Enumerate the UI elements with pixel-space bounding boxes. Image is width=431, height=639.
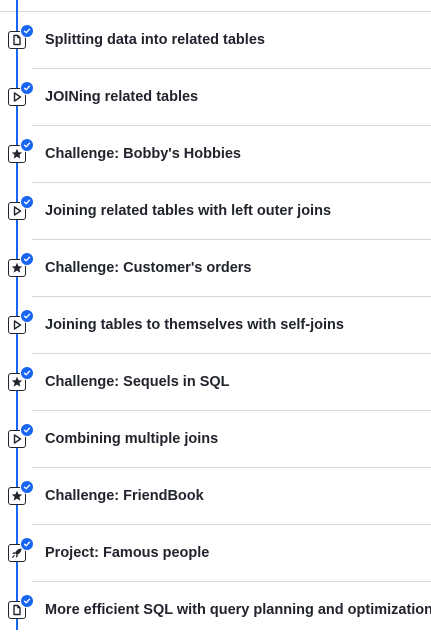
lesson-item-7[interactable]: Combining multiple joins <box>0 411 431 468</box>
lesson-title: JOINing related tables <box>45 89 199 105</box>
lesson-title: Challenge: Sequels in SQL <box>45 374 230 390</box>
completed-check-icon <box>20 423 34 437</box>
lesson-item-1[interactable]: JOINing related tables <box>0 69 431 126</box>
completed-check-icon <box>20 195 34 209</box>
completed-check-icon <box>20 252 34 266</box>
lesson-item-5[interactable]: Joining tables to themselves with self-j… <box>0 297 431 354</box>
completed-check-icon <box>20 537 34 551</box>
lesson-item-2[interactable]: Challenge: Bobby's Hobbies <box>0 126 431 183</box>
lesson-item-0[interactable]: Splitting data into related tables <box>0 12 431 69</box>
completed-check-icon <box>20 81 34 95</box>
completed-check-icon <box>20 366 34 380</box>
lesson-title: Challenge: Customer's orders <box>45 260 252 276</box>
lesson-item-3[interactable]: Joining related tables with left outer j… <box>0 183 431 240</box>
completed-check-icon <box>20 594 34 608</box>
lesson-title: Joining tables to themselves with self-j… <box>45 317 344 333</box>
lesson-item-9[interactable]: Project: Famous people <box>0 525 431 582</box>
completed-check-icon <box>20 309 34 323</box>
lesson-item-6[interactable]: Challenge: Sequels in SQL <box>0 354 431 411</box>
lesson-item-4[interactable]: Challenge: Customer's orders <box>0 240 431 297</box>
lesson-title: Project: Famous people <box>45 545 210 561</box>
lesson-list: Splitting data into related tables JOINi… <box>0 12 431 639</box>
completed-check-icon <box>20 480 34 494</box>
lesson-title: Joining related tables with left outer j… <box>45 203 332 219</box>
lesson-title: More efficient SQL with query planning a… <box>45 602 431 618</box>
lesson-title: Splitting data into related tables <box>45 32 265 48</box>
completed-check-icon <box>20 138 34 152</box>
lesson-item-8[interactable]: Challenge: FriendBook <box>0 468 431 525</box>
lesson-title: Challenge: Bobby's Hobbies <box>45 146 241 162</box>
lesson-title: Combining multiple joins <box>45 431 219 447</box>
lesson-title: Challenge: FriendBook <box>45 488 204 504</box>
lesson-item-10[interactable]: More efficient SQL with query planning a… <box>0 582 431 639</box>
completed-check-icon <box>20 24 34 38</box>
